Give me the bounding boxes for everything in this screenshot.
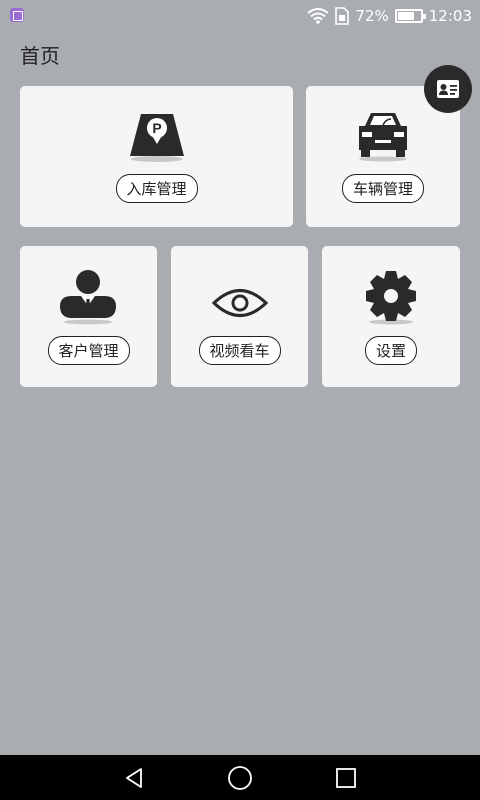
status-indicators: 72% 12:03: [307, 6, 472, 26]
battery-percent: 72%: [355, 7, 389, 25]
video-card[interactable]: 视频看车: [171, 246, 308, 387]
svg-text:P: P: [152, 120, 161, 136]
home-button[interactable]: [210, 755, 270, 800]
home-icon: [228, 765, 252, 790]
parking-in-label: 入库管理: [115, 174, 198, 203]
person-icon: [60, 270, 116, 325]
id-card-button[interactable]: [424, 65, 472, 113]
wifi-icon: [307, 8, 330, 24]
video-label: 视频看车: [198, 336, 281, 365]
settings-card[interactable]: 设置: [322, 246, 460, 387]
back-icon: [126, 767, 142, 788]
recents-icon: [336, 767, 356, 788]
gear-icon: [366, 271, 416, 325]
id-card-icon: [437, 80, 459, 98]
customer-card[interactable]: 客户管理: [20, 246, 157, 387]
sim-icon: [335, 7, 350, 25]
clock: 12:03: [428, 7, 472, 25]
customer-label: 客户管理: [47, 336, 130, 365]
vehicle-label: 车辆管理: [341, 174, 425, 203]
battery-level: [397, 12, 414, 20]
eye-icon: [211, 289, 269, 317]
battery-icon: [394, 9, 426, 23]
recents-button[interactable]: [316, 755, 376, 800]
navigation-bar: [0, 755, 480, 800]
parking-in-card[interactable]: P 入库管理: [20, 86, 293, 227]
car-icon: [359, 113, 407, 162]
settings-label: 设置: [364, 336, 418, 365]
page-title: 首页: [20, 44, 60, 68]
status-bar: 72% 12:03: [0, 0, 480, 32]
back-button[interactable]: [104, 755, 164, 800]
gallery-notification-icon: [10, 8, 24, 22]
parking-icon: P: [130, 114, 184, 162]
